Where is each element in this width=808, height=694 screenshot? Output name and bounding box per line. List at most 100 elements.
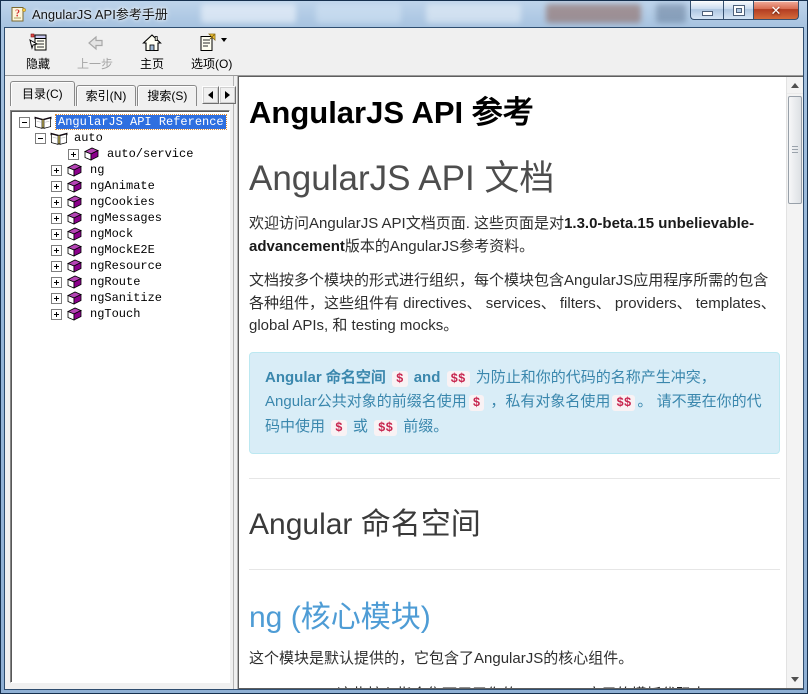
namespace-heading: Angular 命名空间 [249,499,780,543]
tree-item-label[interactable]: ngCookies [88,195,157,209]
tree-item-ngresource[interactable]: ngResource [13,258,227,274]
tree-item-label[interactable]: ng [88,163,106,177]
home-button[interactable]: 主页 [127,29,177,75]
alert-text: 或 [349,418,372,435]
close-button[interactable]: ✕ [754,1,799,20]
content-panel: AngularJS API 参考 AngularJS API 文档 欢迎访问An… [238,76,803,689]
tree-item-auto[interactable]: auto [13,130,227,146]
closed-book-icon [66,179,84,194]
code-chip: $ [331,420,347,436]
tab-contents[interactable]: 目录(C) [10,81,75,106]
maximize-button[interactable] [723,1,754,20]
tree-item-label[interactable]: ngTouch [88,307,142,321]
expand-toggle-icon[interactable] [51,277,62,288]
tree-item-label[interactable]: ngMockE2E [88,243,157,257]
alert-text: 前缀。 [399,418,448,435]
open-book-icon [34,115,52,130]
code-chip: $$ [612,395,635,411]
tree-item-label[interactable]: ngRoute [88,275,142,289]
tree-item-ngroute[interactable]: ngRoute [13,274,227,290]
options-dropdown-icon [221,38,227,42]
expand-toggle-icon[interactable] [51,309,62,320]
closed-book-icon [66,195,84,210]
expand-toggle-icon[interactable] [51,181,62,192]
closed-book-icon [66,275,84,290]
alert-text: ，私有对象名使用 [486,393,610,410]
glass-reflection [656,4,686,23]
tab-search[interactable]: 搜索(S) [137,85,197,106]
tree-item-label[interactable]: ngSanitize [88,291,164,305]
hide-button-label: 隐藏 [26,55,50,72]
home-button-label: 主页 [140,55,164,72]
tree-item-label[interactable]: AngularJS API Reference [56,115,226,129]
tree-item-label[interactable]: ngMessages [88,211,164,225]
tree-item-ngmocke2e[interactable]: ngMockE2E [13,242,227,258]
directives-row: Directives 这些核心指令集可用于你的AngularJS应用的模板代码中… [249,684,780,688]
namespace-alert: Angular 命名空间 $ and $$ 为防止和你的代码的名称产生冲突，An… [249,352,780,454]
tree-item-angularjs-api-reference[interactable]: AngularJS API Reference [13,114,227,130]
closed-book-icon [66,211,84,226]
tree-item-label[interactable]: ngAnimate [88,179,157,193]
tab-scroll-left-button[interactable] [202,86,219,104]
tab-index[interactable]: 索引(N) [76,85,137,106]
tree-item-ngcookies[interactable]: ngCookies [13,194,227,210]
tab-scroll-buttons [202,86,236,104]
back-button[interactable]: 上一步 [69,29,121,75]
minimize-button[interactable] [690,1,723,20]
closed-book-icon [66,307,84,322]
directives-desc-line1: 这些核心指令集可用于你的AngularJS应用的模板代码中。 [337,684,780,688]
expand-toggle-icon[interactable] [51,245,62,256]
collapse-toggle-icon[interactable] [35,133,46,144]
glass-reflection [546,4,641,23]
code-chip: $$ [374,420,397,436]
tree-item-label[interactable]: ngResource [88,259,164,273]
tree-item-label[interactable]: ngMock [88,227,135,241]
options-button[interactable]: 选项(O) [183,29,240,75]
directives-link[interactable]: Directives [249,684,337,688]
hide-button[interactable]: 隐藏 [13,29,63,75]
scroll-down-button[interactable] [787,671,803,688]
directives-description: 这些核心指令集可用于你的AngularJS应用的模板代码中。 例如: ngCli… [337,684,780,688]
tree-item-ng[interactable]: ng [13,162,227,178]
tree-item-nganimate[interactable]: ngAnimate [13,178,227,194]
scrollbar-thumb[interactable] [788,96,802,204]
glass-reflection [201,4,296,23]
tree-item-ngmessages[interactable]: ngMessages [13,210,227,226]
tree-item-label[interactable]: auto/service [105,147,195,161]
tree-item-ngtouch[interactable]: ngTouch [13,306,227,322]
ng-module-heading[interactable]: ng (核心模块) [249,592,780,636]
tree-item-label[interactable]: auto [72,131,105,145]
main-split: 目录(C) 索引(N) 搜索(S) AngularJS API Referenc… [5,75,803,689]
tree-item-ngsanitize[interactable]: ngSanitize [13,290,227,306]
doc-title: AngularJS API 参考 [249,87,780,132]
code-chip: $$ [447,371,470,387]
expand-toggle-icon[interactable] [51,261,62,272]
closed-book-icon [66,227,84,242]
scrollbar-track[interactable] [787,94,803,671]
expand-toggle-icon[interactable] [51,293,62,304]
client-area: 隐藏 上一步 主页 [5,28,803,689]
vertical-scrollbar[interactable] [786,77,803,688]
expand-toggle-icon[interactable] [68,149,79,160]
closed-book-icon [66,291,84,306]
home-icon [141,32,163,54]
document-body: AngularJS API 参考 AngularJS API 文档 欢迎访问An… [239,77,786,688]
expand-toggle-icon[interactable] [51,213,62,224]
scroll-down-icon [791,677,799,682]
help-book-icon: ? [10,6,27,23]
section-divider [249,478,780,479]
toolbar: 隐藏 上一步 主页 [5,28,803,75]
expand-toggle-icon[interactable] [51,229,62,240]
open-book-icon [50,131,68,146]
tree-item-ngmock[interactable]: ngMock [13,226,227,242]
toc-tree: AngularJS API Reference autoauto/service n… [10,110,230,683]
modules-paragraph: 文档按多个模块的形式进行组织，每个模块包含AngularJS应用程序所需的包含各… [249,270,780,338]
tab-scroll-right-button[interactable] [219,86,236,104]
expand-toggle-icon[interactable] [51,197,62,208]
expand-toggle-icon[interactable] [51,165,62,176]
scroll-up-button[interactable] [787,77,803,94]
tree-item-auto-service[interactable]: auto/service [13,146,227,162]
collapse-toggle-icon[interactable] [19,117,30,128]
intro-paragraph: 欢迎访问AngularJS API文档页面. 这些页面是对1.3.0-beta.… [249,213,780,258]
code-chip: $ [469,395,485,411]
